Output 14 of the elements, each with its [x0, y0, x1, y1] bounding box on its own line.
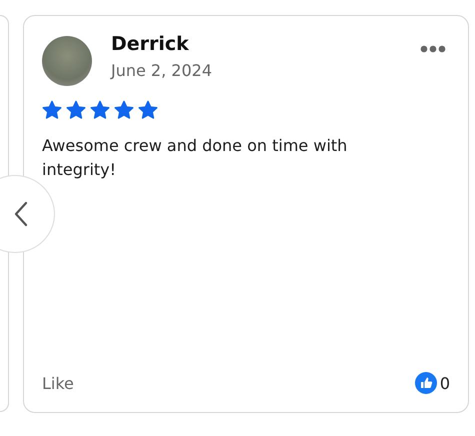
star-icon: [42, 100, 62, 120]
star-icon: [90, 100, 110, 120]
thumbs-up-icon: [414, 372, 437, 394]
chevron-left-icon: [14, 201, 28, 227]
avatar-photo-placeholder: [42, 36, 92, 86]
review-text: Awesome crew and done on time with integrity!: [42, 135, 348, 181]
reviewer-name: Derrick: [111, 32, 190, 56]
more-options-icon[interactable]: [420, 45, 446, 53]
star-icon: [66, 100, 86, 120]
review-date: June 2, 2024: [111, 60, 213, 82]
star-icon: [138, 100, 158, 120]
like-button[interactable]: Like: [42, 374, 74, 392]
like-count: 0: [440, 374, 450, 392]
star-icon: [114, 100, 134, 120]
